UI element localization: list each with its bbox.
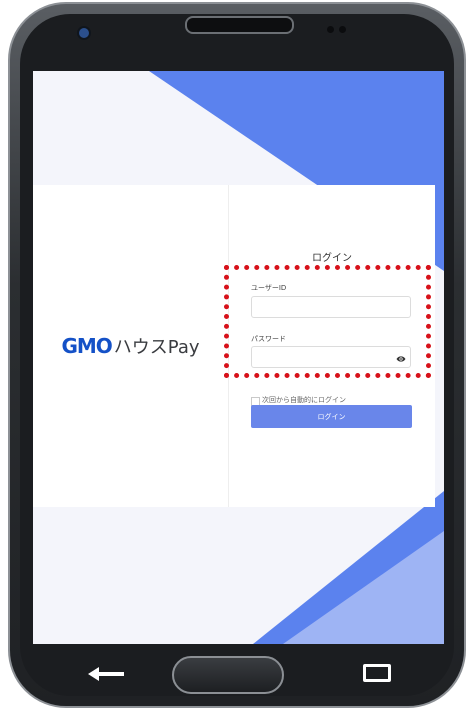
camera-icon: [79, 28, 89, 38]
brand-panel: GMO ハウスPay: [33, 185, 229, 507]
back-arrow-icon[interactable]: [88, 665, 124, 683]
sensor-dot: [327, 26, 334, 33]
login-button[interactable]: ログイン: [251, 405, 412, 428]
highlight-box: [224, 265, 431, 378]
sensor-dot: [339, 26, 346, 33]
gmo-housepay-logo: GMO ハウスPay: [61, 333, 199, 359]
logo-gmo-text: GMO: [61, 334, 112, 358]
speaker-grille: [185, 16, 294, 34]
login-title: ログイン: [312, 253, 352, 264]
remember-label: 次回から自動的にログイン: [262, 396, 346, 404]
home-button[interactable]: [172, 656, 284, 694]
recent-apps-icon[interactable]: [363, 664, 391, 682]
logo-product-text: ハウスPay: [113, 337, 200, 358]
